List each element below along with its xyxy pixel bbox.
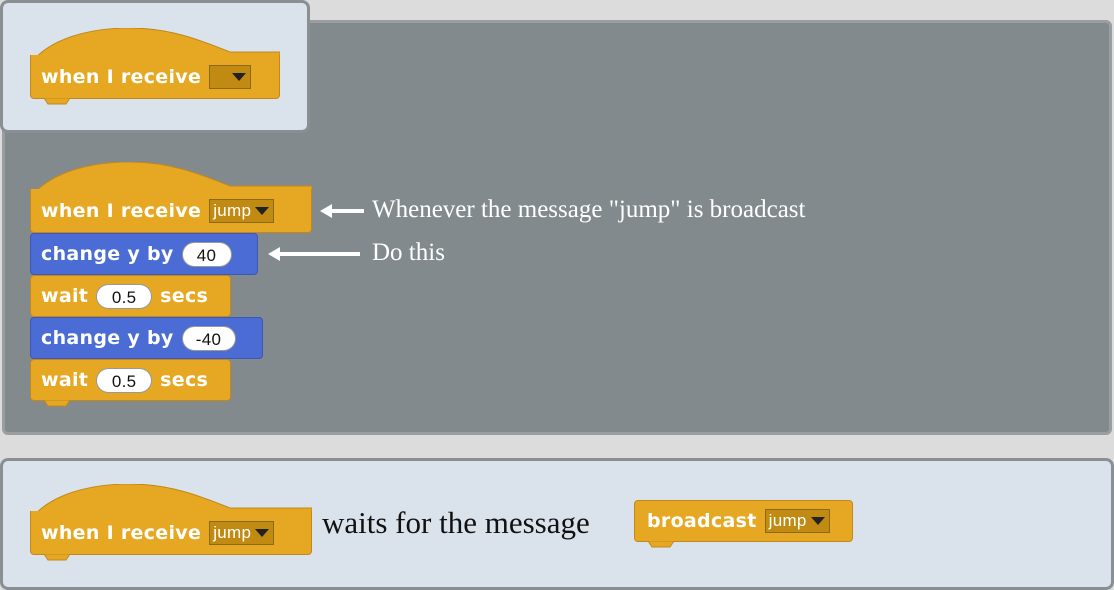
block-bottom-notch: [44, 400, 70, 407]
block-bottom-notch: [44, 554, 70, 561]
seconds-input[interactable]: 0.5: [96, 367, 153, 393]
change-y-by-block[interactable]: change y by 40: [30, 233, 258, 275]
secs-label: secs: [160, 285, 209, 307]
chevron-down-icon: [255, 528, 270, 537]
explanation-text: waits for the message: [322, 505, 590, 540]
chevron-down-icon: [255, 206, 270, 215]
change-y-by-block[interactable]: change y by -40: [30, 317, 263, 359]
dropdown-value: jump: [213, 522, 252, 542]
chevron-down-icon: [232, 72, 247, 81]
value-input[interactable]: -40: [181, 325, 236, 351]
wait-secs-block[interactable]: wait 0.5 secs: [30, 275, 231, 317]
arrow-left-icon: [320, 204, 364, 218]
do-this-annotation: Do this: [372, 239, 445, 266]
wait-secs-block[interactable]: wait 0.5 secs: [30, 359, 231, 401]
hat-label: when I receive: [41, 65, 202, 88]
block-label: wait: [41, 369, 89, 391]
secs-label: secs: [160, 369, 209, 391]
message-dropdown[interactable]: jump: [209, 520, 275, 545]
block-label: wait: [41, 285, 89, 307]
when-i-receive-hat-block[interactable]: when I receive: [30, 55, 280, 99]
arrow-left-icon: [268, 247, 360, 261]
seconds-input[interactable]: 0.5: [96, 283, 153, 309]
block-label: change y by: [41, 327, 174, 349]
message-dropdown[interactable]: jump: [764, 509, 830, 533]
when-i-receive-jump-block[interactable]: when I receive jump: [30, 189, 312, 233]
value-input[interactable]: 40: [181, 241, 232, 267]
block-label: change y by: [41, 243, 174, 265]
dropdown-value: jump: [768, 511, 807, 530]
block-label: broadcast: [647, 510, 757, 532]
when-i-receive-jump-block[interactable]: when I receive jump: [30, 511, 312, 555]
message-dropdown[interactable]: jump: [209, 198, 275, 223]
dropdown-value: jump: [213, 200, 252, 220]
message-dropdown[interactable]: [209, 64, 252, 89]
hat-label: when I receive: [41, 199, 202, 222]
chevron-down-icon: [810, 517, 825, 525]
block-bottom-notch: [44, 98, 70, 105]
hat-annotation: Whenever the message "jump" is broadcast: [372, 196, 806, 223]
hat-label: when I receive: [41, 521, 202, 544]
broadcast-jump-block[interactable]: broadcast jump: [634, 500, 853, 542]
block-bottom-notch: [648, 541, 674, 548]
